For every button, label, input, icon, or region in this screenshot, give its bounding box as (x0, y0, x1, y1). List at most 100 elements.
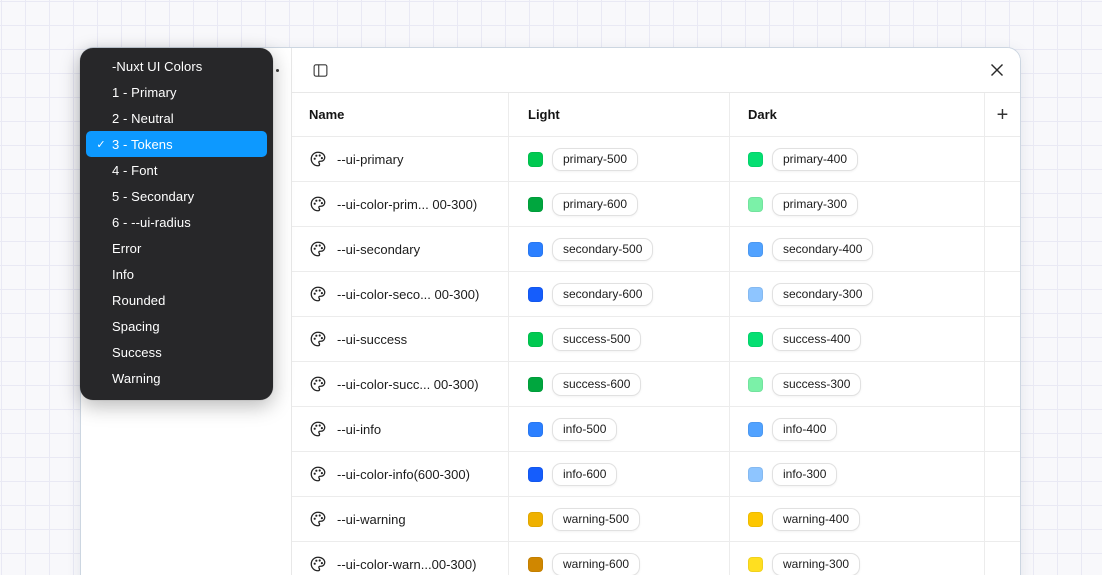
value-pill[interactable]: success-500 (552, 328, 641, 351)
menu-item[interactable]: ✓ Spacing (86, 313, 267, 339)
color-swatch[interactable] (528, 512, 543, 527)
table-header: Name Light Dark + (292, 93, 1020, 137)
dark-mode-cell: secondary-400 (730, 227, 985, 271)
menu-item-label: Rounded (112, 293, 165, 308)
color-swatch[interactable] (748, 152, 763, 167)
palette-icon (309, 195, 327, 213)
dropdown-trigger-dot (276, 69, 279, 72)
table-row[interactable]: --ui-warning warning-500 warning-400 (292, 497, 1020, 542)
table-row[interactable]: --ui-color-prim... 00-300) primary-600 p… (292, 182, 1020, 227)
color-swatch[interactable] (528, 377, 543, 392)
variable-name: --ui-warning (337, 512, 406, 527)
color-swatch[interactable] (748, 377, 763, 392)
menu-item[interactable]: ✓ -Nuxt UI Colors (86, 53, 267, 79)
value-pill[interactable]: warning-600 (552, 553, 640, 575)
value-pill[interactable]: success-300 (772, 373, 861, 396)
menu-item[interactable]: ✓ 2 - Neutral (86, 105, 267, 131)
color-swatch[interactable] (748, 197, 763, 212)
value-pill[interactable]: info-300 (772, 463, 837, 486)
color-swatch[interactable] (528, 467, 543, 482)
table-row[interactable]: --ui-color-warn...00-300) warning-600 wa… (292, 542, 1020, 575)
color-swatch[interactable] (748, 557, 763, 572)
value-pill[interactable]: secondary-600 (552, 283, 653, 306)
color-swatch[interactable] (748, 422, 763, 437)
variable-name-cell: --ui-info (292, 407, 509, 451)
menu-item[interactable]: ✓ Error (86, 235, 267, 261)
value-pill[interactable]: success-600 (552, 373, 641, 396)
color-swatch[interactable] (528, 242, 543, 257)
row-spacer-cell (985, 452, 1020, 496)
menu-item[interactable]: ✓ 4 - Font (86, 157, 267, 183)
palette-icon (309, 240, 327, 258)
dark-mode-cell: success-400 (730, 317, 985, 361)
variable-name: --ui-secondary (337, 242, 420, 257)
menu-item[interactable]: ✓ 6 - --ui-radius (86, 209, 267, 235)
close-button[interactable] (985, 58, 1009, 82)
table-row[interactable]: --ui-success success-500 success-400 (292, 317, 1020, 362)
variable-name: --ui-info (337, 422, 381, 437)
color-swatch[interactable] (528, 332, 543, 347)
color-swatch[interactable] (748, 467, 763, 482)
column-header-name: Name (292, 93, 509, 136)
menu-item[interactable]: ✓ Info (86, 261, 267, 287)
color-swatch[interactable] (748, 242, 763, 257)
value-pill[interactable]: secondary-500 (552, 238, 653, 261)
value-pill[interactable]: primary-300 (772, 193, 858, 216)
variable-name-cell: --ui-color-prim... 00-300) (292, 182, 509, 226)
light-mode-cell: warning-600 (509, 542, 730, 575)
row-spacer-cell (985, 272, 1020, 316)
menu-item[interactable]: ✓ Success (86, 339, 267, 365)
light-mode-cell: success-600 (509, 362, 730, 406)
panel-toolbar (292, 48, 1020, 93)
palette-icon (309, 510, 327, 528)
value-pill[interactable]: info-600 (552, 463, 617, 486)
menu-item[interactable]: ✓ Rounded (86, 287, 267, 313)
color-swatch[interactable] (748, 332, 763, 347)
menu-item[interactable]: ✓ Warning (86, 365, 267, 391)
menu-item[interactable]: ✓ 1 - Primary (86, 79, 267, 105)
value-pill[interactable]: warning-400 (772, 508, 860, 531)
color-swatch[interactable] (528, 152, 543, 167)
collection-dropdown-menu: ✓ -Nuxt UI Colors ✓ 1 - Primary ✓ 2 - Ne… (80, 48, 273, 400)
value-pill[interactable]: primary-600 (552, 193, 638, 216)
dark-mode-cell: primary-300 (730, 182, 985, 226)
row-spacer-cell (985, 137, 1020, 181)
row-spacer-cell (985, 542, 1020, 575)
menu-item-label: Success (112, 345, 162, 360)
light-mode-cell: primary-500 (509, 137, 730, 181)
table-row[interactable]: --ui-info info-500 info-400 (292, 407, 1020, 452)
value-pill[interactable]: warning-500 (552, 508, 640, 531)
value-pill[interactable]: secondary-300 (772, 283, 873, 306)
table-row[interactable]: --ui-color-succ... 00-300) success-600 s… (292, 362, 1020, 407)
color-swatch[interactable] (528, 557, 543, 572)
table-row[interactable]: --ui-color-info(600-300) info-600 info-3… (292, 452, 1020, 497)
value-pill[interactable]: secondary-400 (772, 238, 873, 261)
toggle-sidebar-button[interactable] (308, 58, 332, 82)
value-pill[interactable]: info-400 (772, 418, 837, 441)
color-swatch[interactable] (748, 512, 763, 527)
dark-mode-cell: success-300 (730, 362, 985, 406)
value-pill[interactable]: info-500 (552, 418, 617, 441)
menu-item-label: Spacing (112, 319, 160, 334)
row-spacer-cell (985, 317, 1020, 361)
row-spacer-cell (985, 407, 1020, 451)
value-pill[interactable]: primary-400 (772, 148, 858, 171)
row-spacer-cell (985, 362, 1020, 406)
color-swatch[interactable] (528, 287, 543, 302)
table-row[interactable]: --ui-color-seco... 00-300) secondary-600… (292, 272, 1020, 317)
menu-item[interactable]: ✓ 5 - Secondary (86, 183, 267, 209)
value-pill[interactable]: success-400 (772, 328, 861, 351)
close-icon (990, 63, 1004, 77)
column-header-light: Light (509, 93, 730, 136)
value-pill[interactable]: warning-300 (772, 553, 860, 575)
color-swatch[interactable] (748, 287, 763, 302)
color-swatch[interactable] (528, 422, 543, 437)
table-row[interactable]: --ui-primary primary-500 primary-400 (292, 137, 1020, 182)
add-variable-button[interactable]: + (991, 105, 1015, 125)
row-spacer-cell (985, 497, 1020, 541)
table-row[interactable]: --ui-secondary secondary-500 secondary-4… (292, 227, 1020, 272)
menu-item[interactable]: ✓ 3 - Tokens (86, 131, 267, 157)
color-swatch[interactable] (528, 197, 543, 212)
dark-mode-cell: warning-400 (730, 497, 985, 541)
value-pill[interactable]: primary-500 (552, 148, 638, 171)
